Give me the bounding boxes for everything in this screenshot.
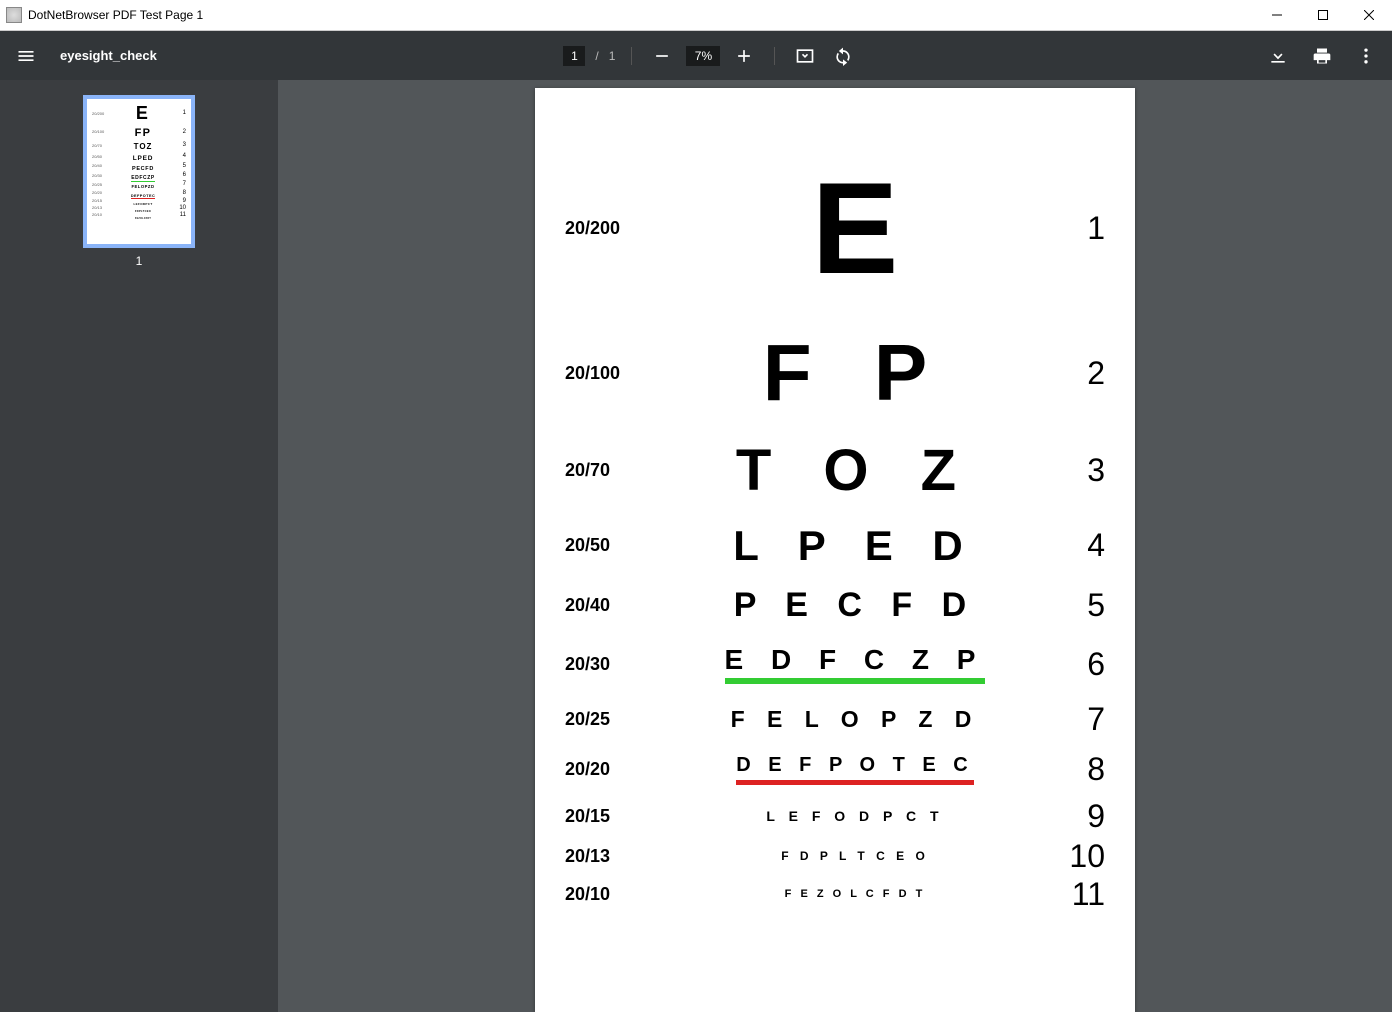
zoom-level[interactable]: 7% xyxy=(686,46,720,66)
chart-letters: L P E D xyxy=(733,522,977,570)
chart-row: 20/20 D E F P O T E C 8 xyxy=(565,743,1105,795)
acuity-label: 20/10 xyxy=(565,884,665,905)
pdf-viewer: eyesight_check / 1 7% xyxy=(0,31,1392,1012)
acuity-label: 20/50 xyxy=(565,535,665,556)
window-close-button[interactable] xyxy=(1346,0,1392,30)
acuity-label: 20/15 xyxy=(565,806,665,827)
acuity-label: 20/70 xyxy=(565,460,665,481)
chart-letters: D E F P O T E C xyxy=(736,754,973,785)
app-icon xyxy=(6,7,22,23)
more-menu-button[interactable] xyxy=(1352,42,1380,70)
fit-page-button[interactable] xyxy=(791,42,819,70)
page-view[interactable]: 20/200 E 1 20/100 F P 2 20/70 T O Z 3 20/50 L P E … xyxy=(278,80,1392,1012)
acuity-label: 20/30 xyxy=(565,654,665,675)
acuity-label: 20/25 xyxy=(565,709,665,730)
line-number: 1 xyxy=(1045,210,1105,247)
line-number: 9 xyxy=(1045,798,1105,835)
chart-letters: E D F C Z P xyxy=(725,644,986,684)
chart-row: 20/70 T O Z 3 xyxy=(565,428,1105,513)
toolbar-divider xyxy=(631,47,632,65)
chart-letters: E xyxy=(812,153,899,303)
chart-row: 20/50 L P E D 4 xyxy=(565,513,1105,578)
download-button[interactable] xyxy=(1264,42,1292,70)
acuity-label: 20/100 xyxy=(565,363,665,384)
line-number: 2 xyxy=(1045,355,1105,392)
line-number: 7 xyxy=(1045,701,1105,738)
chart-row: 20/13 F D P L T C E O 10 xyxy=(565,837,1105,875)
document-title: eyesight_check xyxy=(60,48,157,63)
line-number: 5 xyxy=(1045,587,1105,624)
window-minimize-button[interactable] xyxy=(1254,0,1300,30)
line-number: 11 xyxy=(1045,876,1105,913)
line-number: 10 xyxy=(1045,838,1105,875)
window-titlebar: DotNetBrowser PDF Test Page 1 xyxy=(0,0,1392,31)
toolbar-divider xyxy=(774,47,775,65)
line-number: 8 xyxy=(1045,751,1105,788)
line-number: 6 xyxy=(1045,646,1105,683)
acuity-label: 20/40 xyxy=(565,595,665,616)
line-number: 4 xyxy=(1045,527,1105,564)
chart-row: 20/200 E 1 xyxy=(565,138,1105,318)
zoom-in-button[interactable] xyxy=(730,42,758,70)
acuity-label: 20/13 xyxy=(565,846,665,867)
zoom-out-button[interactable] xyxy=(648,42,676,70)
page-separator: / xyxy=(595,49,598,63)
page-total: 1 xyxy=(609,49,616,63)
chart-row: 20/10 F E Z O L C F D T 11 xyxy=(565,875,1105,913)
page-thumbnail[interactable]: 20/200E120/100FP220/70TOZ320/50LPED420/4… xyxy=(83,95,195,248)
pdf-page: 20/200 E 1 20/100 F P 2 20/70 T O Z 3 20/50 L P E … xyxy=(535,88,1135,1012)
chart-letters: F D P L T C E O xyxy=(781,849,929,863)
window-title: DotNetBrowser PDF Test Page 1 xyxy=(28,8,203,22)
menu-button[interactable] xyxy=(12,42,40,70)
thumbnail-label: 1 xyxy=(136,254,143,268)
chart-row: 20/100 F P 2 xyxy=(565,318,1105,428)
chart-letters: L E F O D P C T xyxy=(766,808,943,824)
thumbnail-sidebar[interactable]: 20/200E120/100FP220/70TOZ320/50LPED420/4… xyxy=(0,80,278,1012)
chart-letters: F E Z O L C F D T xyxy=(785,888,926,900)
chart-row: 20/25 F E L O P Z D 7 xyxy=(565,695,1105,743)
chart-letters: P E C F D xyxy=(734,586,976,625)
chart-row: 20/15 L E F O D P C T 9 xyxy=(565,795,1105,837)
acuity-label: 20/200 xyxy=(565,218,665,239)
chart-row: 20/30 E D F C Z P 6 xyxy=(565,633,1105,695)
window-maximize-button[interactable] xyxy=(1300,0,1346,30)
page-number-input[interactable] xyxy=(563,46,585,66)
viewer-toolbar: eyesight_check / 1 7% xyxy=(0,31,1392,80)
chart-row: 20/40 P E C F D 5 xyxy=(565,578,1105,633)
acuity-label: 20/20 xyxy=(565,759,665,780)
rotate-button[interactable] xyxy=(829,42,857,70)
print-button[interactable] xyxy=(1308,42,1336,70)
chart-letters: T O Z xyxy=(736,437,974,504)
chart-letters: F P xyxy=(763,327,947,419)
line-number: 3 xyxy=(1045,452,1105,489)
chart-letters: F E L O P Z D xyxy=(731,706,980,733)
